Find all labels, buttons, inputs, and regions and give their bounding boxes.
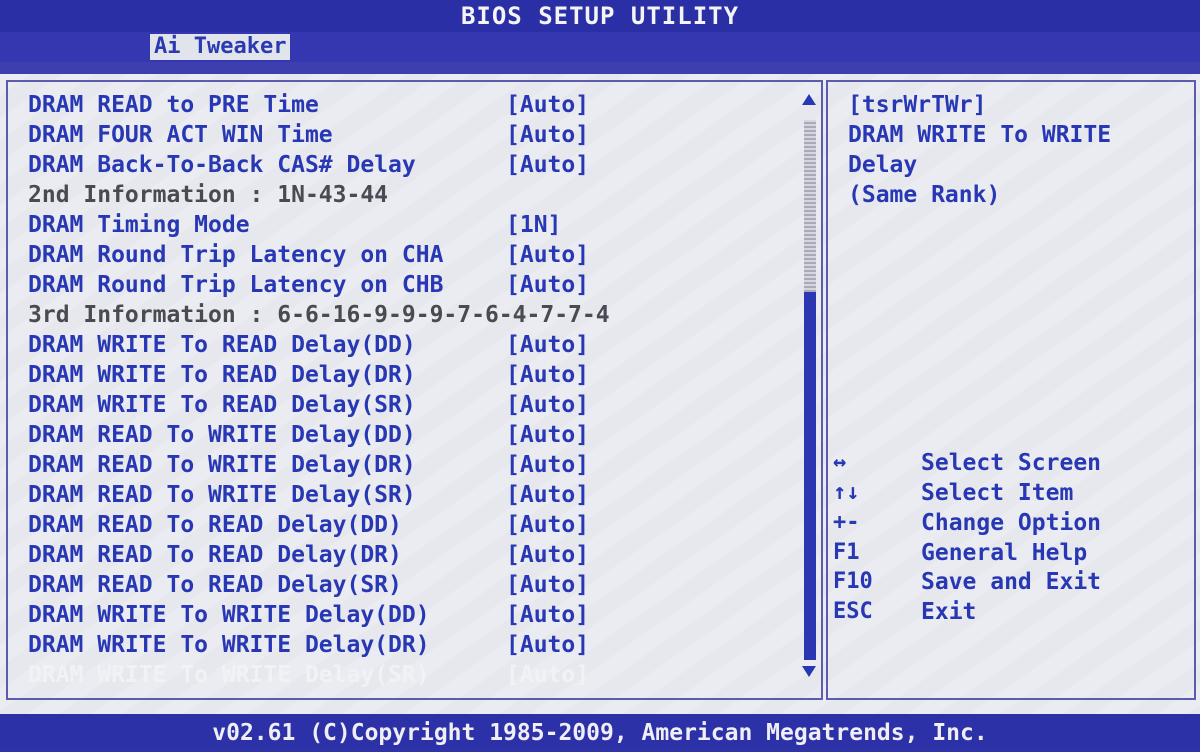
setting-value[interactable]: [Auto] — [506, 480, 589, 510]
setting-row-selected[interactable]: DRAM WRITE To WRITE Delay(SR) [Auto] — [28, 660, 788, 690]
setting-value[interactable]: [Auto] — [506, 420, 589, 450]
setting-row[interactable]: DRAM READ To READ Delay(DR) [Auto] — [28, 540, 788, 570]
key-arrows-ud-icon: ↑↓ — [833, 480, 860, 505]
key-esc: ESC — [833, 599, 873, 624]
tab-ai-tweaker[interactable]: Ai Tweaker — [150, 34, 291, 60]
setting-label: DRAM READ To WRITE Delay(DR) — [28, 452, 416, 478]
setting-value[interactable]: [Auto] — [506, 630, 589, 660]
setting-label: DRAM READ to PRE Time — [28, 92, 319, 118]
setting-label: DRAM READ To READ Delay(DR) — [28, 542, 402, 568]
setting-value[interactable]: [1N] — [506, 210, 561, 240]
key-desc-select-item: Select Item — [921, 480, 1074, 506]
menu-bar: Ai Tweaker — [0, 32, 1200, 62]
setting-value[interactable]: [Auto] — [506, 270, 589, 300]
setting-label: DRAM WRITE To READ Delay(SR) — [28, 392, 416, 418]
setting-row[interactable]: DRAM FOUR ACT WIN Time [Auto] — [28, 120, 788, 150]
key-arrows-lr-icon: ↔ — [833, 450, 847, 475]
setting-label: DRAM READ To READ Delay(DD) — [28, 512, 402, 538]
setting-row[interactable]: DRAM Timing Mode [1N] — [28, 210, 788, 240]
help-line: Delay — [848, 152, 918, 178]
setting-value[interactable]: [Auto] — [506, 360, 589, 390]
setting-label: DRAM WRITE To WRITE Delay(DD) — [28, 602, 430, 628]
setting-label: DRAM WRITE To READ Delay(DD) — [28, 332, 416, 358]
key-f10: F10 — [833, 569, 873, 594]
setting-value[interactable]: [Auto] — [506, 120, 589, 150]
setting-row[interactable]: DRAM WRITE To READ Delay(DD) [Auto] — [28, 330, 788, 360]
setting-label: DRAM Round Trip Latency on CHA — [28, 242, 444, 268]
key-desc-change-option: Change Option — [921, 510, 1102, 536]
setting-label: DRAM Round Trip Latency on CHB — [28, 272, 444, 298]
help-line: DRAM WRITE To WRITE — [848, 122, 1112, 148]
scroll-down-arrow-icon[interactable] — [802, 666, 816, 677]
setting-value[interactable]: [Auto] — [506, 150, 589, 180]
setting-label: 2nd Information : 1N-43-44 — [28, 182, 389, 208]
setting-label: DRAM Back-To-Back CAS# Delay — [28, 152, 416, 178]
key-desc-save-exit: Save and Exit — [921, 569, 1102, 595]
setting-value[interactable]: [Auto] — [506, 390, 589, 420]
setting-label: DRAM FOUR ACT WIN Time — [28, 122, 333, 148]
scrollbar[interactable] — [800, 92, 820, 688]
scroll-thumb[interactable] — [804, 292, 816, 660]
setting-row[interactable]: DRAM Round Trip Latency on CHA [Auto] — [28, 240, 788, 270]
setting-row[interactable]: DRAM READ To READ Delay(SR) [Auto] — [28, 570, 788, 600]
setting-row[interactable]: DRAM READ To READ Delay(DD) [Auto] — [28, 510, 788, 540]
setting-value[interactable]: [Auto] — [506, 90, 589, 120]
setting-row[interactable]: DRAM READ To WRITE Delay(SR) [Auto] — [28, 480, 788, 510]
setting-row[interactable]: DRAM WRITE To WRITE Delay(DD) [Auto] — [28, 600, 788, 630]
setting-row[interactable]: DRAM Round Trip Latency on CHB [Auto] — [28, 270, 788, 300]
bios-title: BIOS SETUP UTILITY — [0, 0, 1200, 32]
info-row: 2nd Information : 1N-43-44 — [28, 180, 788, 210]
setting-label: DRAM READ To WRITE Delay(DD) — [28, 422, 416, 448]
setting-value[interactable]: [Auto] — [506, 660, 589, 690]
help-line: (Same Rank) — [848, 182, 1001, 208]
setting-value[interactable]: [Auto] — [506, 510, 589, 540]
setting-value[interactable]: [Auto] — [506, 570, 589, 600]
setting-value[interactable]: [Auto] — [506, 330, 589, 360]
setting-row[interactable]: DRAM WRITE To WRITE Delay(DR) [Auto] — [28, 630, 788, 660]
setting-value[interactable]: [Auto] — [506, 540, 589, 570]
info-row: 3rd Information : 6-6-16-9-9-9-7-6-4-7-7… — [28, 300, 788, 330]
setting-label: DRAM WRITE To WRITE Delay(SR) — [28, 662, 430, 688]
copyright-footer: v02.61 (C)Copyright 1985-2009, American … — [0, 714, 1200, 748]
key-desc-select-screen: Select Screen — [921, 450, 1102, 476]
help-line: [tsrWrTWr] — [848, 92, 987, 118]
setting-row[interactable]: DRAM WRITE To READ Delay(DR) [Auto] — [28, 360, 788, 390]
setting-label: DRAM WRITE To READ Delay(DR) — [28, 362, 416, 388]
setting-label: 3rd Information : 6-6-16-9-9-9-7-6-4-7-7… — [28, 302, 610, 328]
setting-label: DRAM READ To WRITE Delay(SR) — [28, 482, 416, 508]
setting-value[interactable]: [Auto] — [506, 450, 589, 480]
setting-value[interactable]: [Auto] — [506, 240, 589, 270]
menu-divider — [0, 62, 1200, 74]
setting-row[interactable]: DRAM READ To WRITE Delay(DR) [Auto] — [28, 450, 788, 480]
key-f1: F1 — [833, 540, 860, 565]
setting-label: DRAM Timing Mode — [28, 212, 250, 238]
setting-row[interactable]: DRAM Back-To-Back CAS# Delay [Auto] — [28, 150, 788, 180]
setting-row[interactable]: DRAM READ To WRITE Delay(DD) [Auto] — [28, 420, 788, 450]
setting-row[interactable]: DRAM READ to PRE Time [Auto] — [28, 90, 788, 120]
setting-label: DRAM WRITE To WRITE Delay(DR) — [28, 632, 430, 658]
key-desc-exit: Exit — [921, 599, 977, 625]
scroll-up-arrow-icon[interactable] — [802, 94, 816, 105]
setting-label: DRAM READ To READ Delay(SR) — [28, 572, 402, 598]
setting-row[interactable]: DRAM WRITE To READ Delay(SR) [Auto] — [28, 390, 788, 420]
key-plus-minus: +- — [833, 510, 860, 535]
key-desc-general-help: General Help — [921, 540, 1088, 566]
setting-value[interactable]: [Auto] — [506, 600, 589, 630]
